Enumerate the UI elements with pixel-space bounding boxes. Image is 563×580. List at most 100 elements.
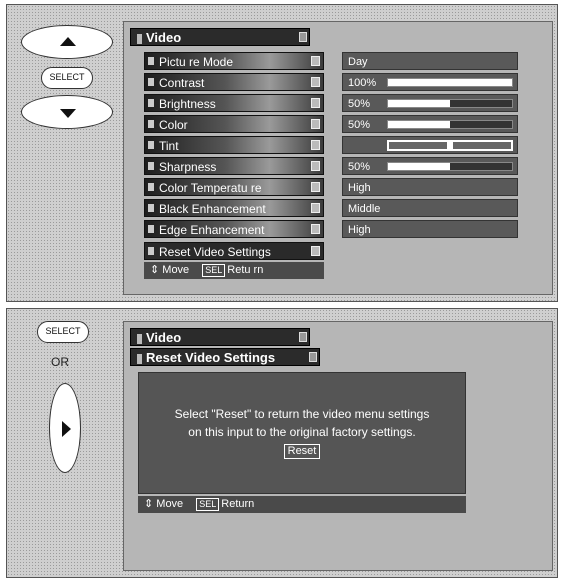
item-marker-icon xyxy=(148,141,154,149)
value-text: High xyxy=(348,182,371,194)
value-color-temperature: High xyxy=(342,178,518,196)
menu-item-label: Color Temperatu re xyxy=(159,181,262,195)
submenu-title-bar: Reset Video Settings xyxy=(130,348,320,366)
menu-item-brightness[interactable]: Brightness xyxy=(144,94,324,112)
value-picture-mode: Day xyxy=(342,52,518,70)
title-end-icon xyxy=(299,332,307,342)
menu-item-sharpness[interactable]: Sharpness xyxy=(144,157,324,175)
meter-fill xyxy=(388,79,512,86)
submenu-title: Reset Video Settings xyxy=(146,350,276,365)
item-marker-icon xyxy=(148,247,154,255)
submenu-icon xyxy=(311,140,320,150)
sel-key-icon: SEL xyxy=(202,264,226,277)
up-arrow-button[interactable] xyxy=(21,25,113,59)
submenu-icon xyxy=(311,119,320,129)
footer-move-label: Move xyxy=(156,498,184,510)
reset-dialog-panel: SELECT OR Video Reset Video Settings Sel… xyxy=(6,308,558,578)
menu-item-label: Pictu re Mode xyxy=(159,55,234,69)
value-color: 50% xyxy=(342,115,518,133)
color-meter[interactable] xyxy=(387,120,513,129)
item-marker-icon xyxy=(148,99,154,107)
submenu-icon xyxy=(311,77,320,87)
menu-item-contrast[interactable]: Contrast xyxy=(144,73,324,91)
item-marker-icon xyxy=(148,162,154,170)
footer-return-label: Retu rn xyxy=(227,264,264,276)
menu-item-picture-mode[interactable]: Pictu re Mode xyxy=(144,52,324,70)
value-text: Middle xyxy=(348,203,381,215)
menu-title: Video xyxy=(146,30,182,45)
item-marker-icon xyxy=(148,183,154,191)
footer-move-label: Move xyxy=(162,264,190,276)
value-sharpness: 50% xyxy=(342,157,518,175)
menu-item-tint[interactable]: Tint xyxy=(144,136,324,154)
tint-marker[interactable] xyxy=(447,141,453,150)
tv-screen-2: Video Reset Video Settings Select "Reset… xyxy=(123,321,553,571)
menu-title-bar: Video xyxy=(130,28,310,46)
dialog-line-1: Select "Reset" to return the video menu … xyxy=(174,407,430,421)
menu-title-bar-2: Video xyxy=(130,328,310,346)
value-text: 100% xyxy=(348,77,377,89)
menu-item-black-enhancement[interactable]: Black Enhancement xyxy=(144,199,324,217)
move-icon: ⇕ xyxy=(150,264,160,276)
title-end-icon xyxy=(299,32,307,42)
meter-fill xyxy=(388,163,450,170)
reset-button[interactable]: Reset xyxy=(283,444,321,459)
select-button[interactable]: SELECT xyxy=(41,67,93,89)
value-tint xyxy=(342,136,518,154)
meter-fill xyxy=(388,121,450,128)
menu-item-label: Color xyxy=(159,118,188,132)
dialog-message: Select "Reset" to return the video menu … xyxy=(139,405,465,459)
sel-key-icon: SEL xyxy=(196,498,220,511)
down-arrow-icon xyxy=(60,109,76,118)
menu-item-label: Brightness xyxy=(159,97,216,111)
footer-return-label: Return xyxy=(221,498,255,510)
value-black-enhancement: Middle xyxy=(342,199,518,217)
value-text: 50% xyxy=(348,161,371,173)
submenu-icon xyxy=(311,182,320,192)
meter-fill xyxy=(388,100,450,107)
menu-item-edge-enhancement[interactable]: Edge Enhancement xyxy=(144,220,324,238)
menu-item-label: Black Enhancement xyxy=(159,202,266,216)
menu-marker-icon xyxy=(137,33,142,44)
contrast-meter[interactable] xyxy=(387,78,513,87)
item-marker-icon xyxy=(148,78,154,86)
sharpness-meter[interactable] xyxy=(387,162,513,171)
menu-item-reset-video-settings[interactable]: Reset Video Settings xyxy=(144,242,324,260)
value-text: 50% xyxy=(348,98,371,110)
item-marker-icon xyxy=(148,225,154,233)
reset-dialog: Select "Reset" to return the video menu … xyxy=(138,372,466,494)
menu-item-label: Contrast xyxy=(159,76,205,90)
menu-item-label: Reset Video Settings xyxy=(159,245,271,259)
menu-item-color[interactable]: Color xyxy=(144,115,324,133)
menu-footer: ⇕ Move SEL Retu rn xyxy=(144,262,324,279)
menu-footer-2: ⇕ Move SEL Return xyxy=(138,496,466,513)
value-contrast: 100% xyxy=(342,73,518,91)
menu-item-color-temperature[interactable]: Color Temperatu re xyxy=(144,178,324,196)
enter-icon xyxy=(311,246,320,256)
up-arrow-icon xyxy=(60,37,76,46)
item-marker-icon xyxy=(148,120,154,128)
select-button-2[interactable]: SELECT xyxy=(37,321,89,343)
dialog-line-2: on this input to the original factory se… xyxy=(188,425,416,439)
value-edge-enhancement: High xyxy=(342,220,518,238)
menu-item-label: Tint xyxy=(159,139,179,153)
move-icon: ⇕ xyxy=(144,498,154,510)
or-label: OR xyxy=(51,355,69,369)
menu-marker-icon xyxy=(137,333,142,344)
submenu-icon xyxy=(311,161,320,171)
submenu-icon xyxy=(311,56,320,66)
submenu-icon xyxy=(311,224,320,234)
tv-screen: Video Pictu re Mode Day Contrast 100% Br… xyxy=(123,21,553,295)
right-arrow-button[interactable] xyxy=(49,383,81,473)
tint-slider[interactable] xyxy=(387,140,513,151)
value-text: High xyxy=(348,224,371,236)
down-arrow-button[interactable] xyxy=(21,95,113,129)
menu-marker-icon xyxy=(137,353,142,364)
item-marker-icon xyxy=(148,204,154,212)
brightness-meter[interactable] xyxy=(387,99,513,108)
submenu-icon xyxy=(311,203,320,213)
title-end-icon xyxy=(309,352,317,362)
menu-item-label: Sharpness xyxy=(159,160,217,174)
submenu-icon xyxy=(311,98,320,108)
video-menu-panel: SELECT Video Pictu re Mode Day Contrast … xyxy=(6,4,558,302)
